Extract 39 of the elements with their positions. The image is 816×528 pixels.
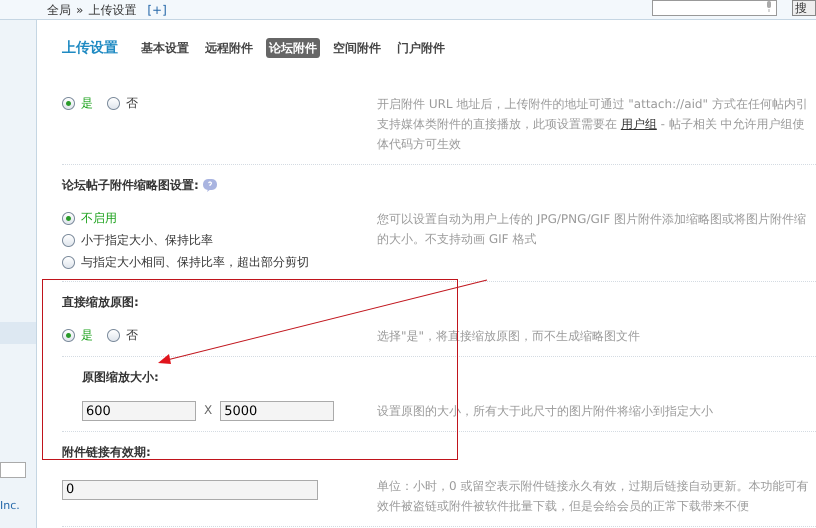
breadcrumb-separator: » [76,2,84,18]
setting-description: 开启附件 URL 地址后，上传附件的地址可通过 "attach://aid" 方式在任何帖内引支持媒体类附件的直接播放，此项设置需要在 用户组 - 帖子相关 中允许用户组使体代码方可生效 [377,96,809,153]
radio-button[interactable] [62,212,75,224]
times-sign: X [204,402,212,419]
radio-option[interactable]: 否 [107,326,138,344]
setting-heading: 直接缩放原图: [62,294,139,311]
tab[interactable]: 论坛附件 [266,38,320,58]
setting-description: 您可以设置自动为用户上传的 JPG/PNG/GIF 图片附件添加缩略图或将图片附件缩的大小。不支持动画 GIF 格式 [377,211,808,248]
tab[interactable]: 基本设置 [138,38,192,58]
radio-button[interactable] [62,256,75,268]
page-title: 上传设置 [62,38,118,58]
text-input[interactable]: 0 [62,480,318,500]
radio-button[interactable] [62,96,75,110]
setting-description: 单位：小时，0 或留空表示附件链接永久有效，过期后链接自动更新。本功能可有效件被盗链或附件被软件批量下载，但是会给会员的正常下载带来不便 [377,478,810,515]
setting-heading: 原图缩放大小: [82,369,159,386]
breadcrumb-item[interactable]: 全局 [47,0,71,18]
help-icon[interactable] [202,178,217,192]
radio-button[interactable] [107,328,120,342]
radio-button[interactable] [107,96,120,110]
breadcrumb-item[interactable]: 上传设置 [88,0,136,18]
add-link[interactable]: [+] [147,0,167,18]
tab[interactable]: 空间附件 [330,38,384,58]
radio-option[interactable]: 与指定大小相同、保持比率，超出部分剪切 [62,253,377,271]
microphone-icon[interactable] [766,0,772,12]
sidebar-input[interactable] [0,462,26,478]
radio-option[interactable]: 小于指定大小、保持比率 [62,231,377,249]
height-input[interactable]: 5000 [220,401,334,421]
radio-button[interactable] [62,234,75,246]
user-group-link[interactable]: 用户组 [620,117,657,131]
copyright-text: Inc. [0,498,21,514]
width-input[interactable]: 600 [82,401,196,421]
radio-button[interactable] [62,328,75,342]
search-button[interactable]: 搜 [792,0,816,16]
tab[interactable]: 门户附件 [394,38,448,58]
setting-heading: 附件链接有效期: [62,444,151,461]
radio-option[interactable]: 否 [107,94,138,112]
setting-heading: 论坛帖子附件缩略图设置: [62,177,199,194]
tab[interactable]: 远程附件 [202,38,256,58]
search-field[interactable] [652,0,777,16]
